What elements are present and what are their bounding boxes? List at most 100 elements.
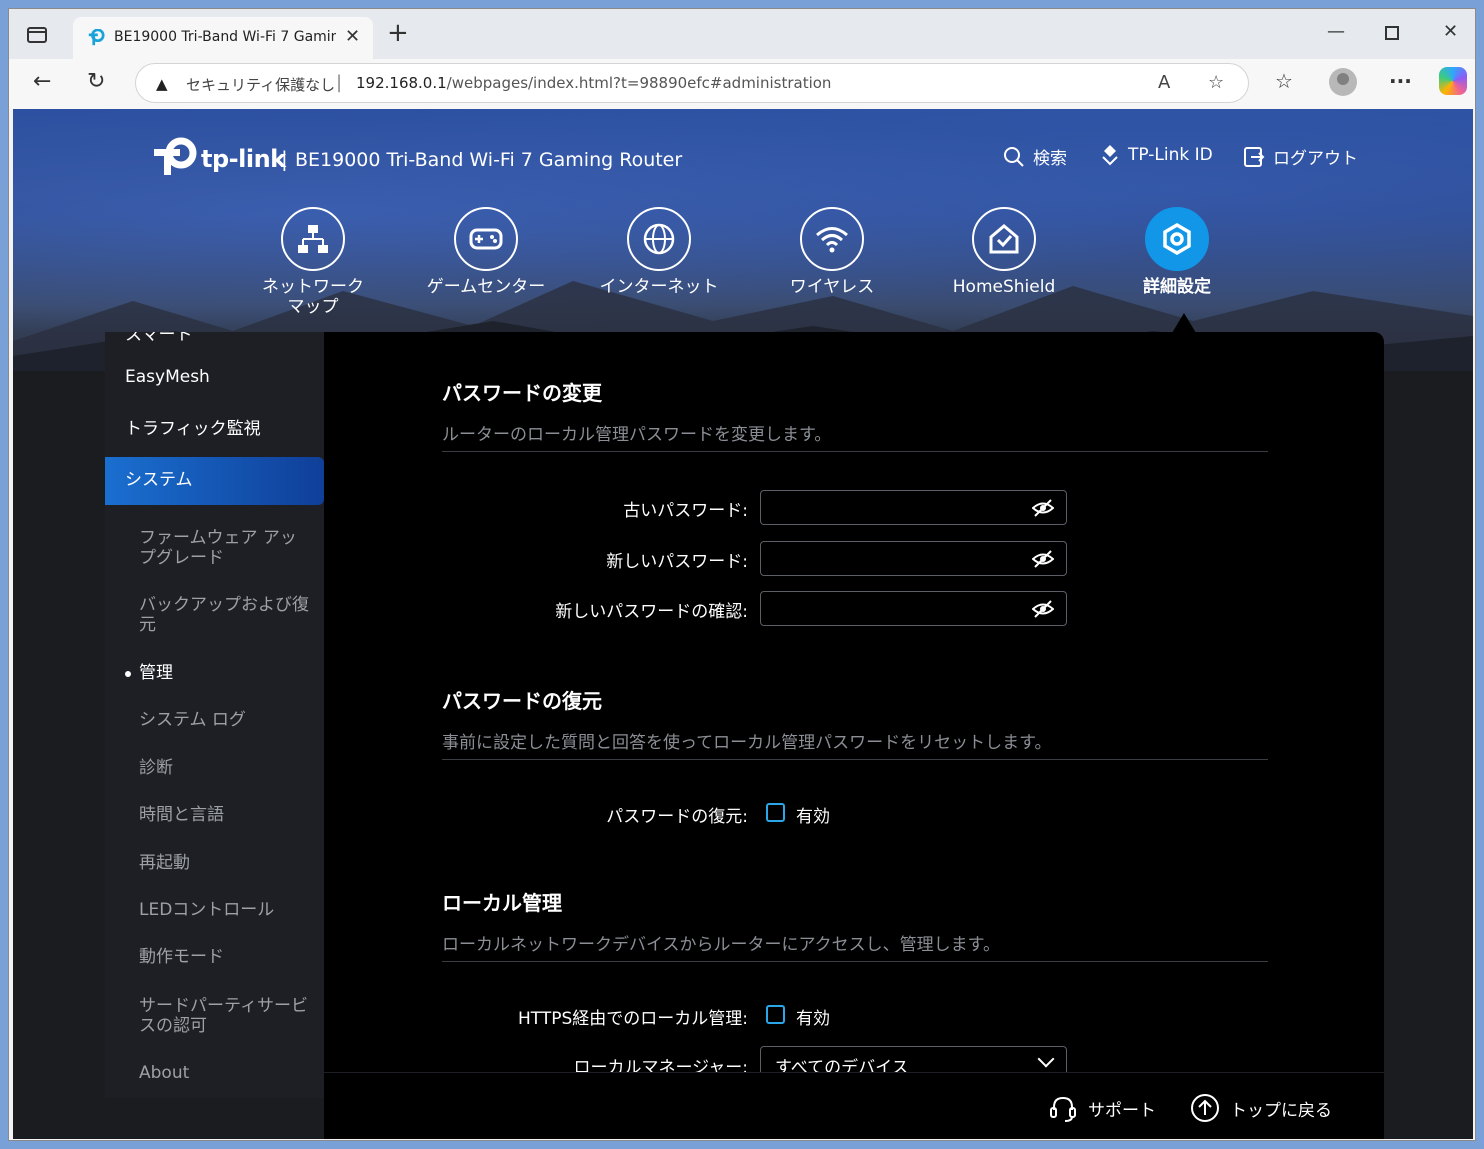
search-icon: [1004, 146, 1024, 167]
sidebar-sub-operation-mode[interactable]: 動作モード: [139, 947, 309, 967]
globe-icon: [627, 207, 691, 271]
arrow-up-icon: [1191, 1094, 1219, 1122]
sidebar-sub-backup[interactable]: バックアップおよび復元: [139, 595, 309, 635]
nav-label-advanced: 詳細設定: [1143, 277, 1211, 297]
headset-icon: [1050, 1096, 1076, 1122]
profile-icon[interactable]: [1329, 68, 1357, 96]
sidebar-sub-third-party[interactable]: サードパーティサービスの認可: [139, 996, 309, 1036]
search-label: 検索: [1033, 149, 1067, 169]
support-label: サポート: [1088, 1100, 1156, 1121]
tab-close-icon[interactable]: ✕: [345, 26, 360, 47]
title-separator: |: [281, 147, 288, 171]
network-map-icon: [281, 207, 345, 271]
back-to-top-label: トップに戻る: [1230, 1100, 1332, 1121]
warning-icon[interactable]: ▲: [156, 75, 168, 93]
password-recovery-checkbox[interactable]: [766, 803, 785, 822]
sidebar-sub-diagnostics[interactable]: 診断: [139, 758, 309, 778]
password-recovery-desc: 事前に設定した質問と回答を使ってローカル管理パスワードをリセットします。: [442, 733, 1052, 753]
sidebar-toggle-icon[interactable]: [27, 27, 47, 43]
sidebar-sub-firmware[interactable]: ファームウェア アップグレード: [139, 528, 309, 568]
confirm-password-label: 新しいパスワードの確認:: [555, 602, 748, 622]
main-panel: パスワードの変更 ルーターのローカル管理パスワードを変更します。 古いパスワード…: [324, 332, 1384, 1081]
tplink-id-label: TP-Link ID: [1128, 145, 1213, 165]
nav-network-map[interactable]: ネットワーク マップ: [243, 207, 383, 317]
maximize-icon[interactable]: [1385, 26, 1399, 40]
password-recovery-title: パスワードの復元: [442, 689, 602, 713]
nav-game-center[interactable]: ゲームセンター: [416, 207, 556, 297]
gear-icon: [1145, 207, 1209, 271]
url-host: 192.168.0.1: [356, 74, 447, 92]
url-separator: |: [336, 72, 343, 93]
sidebar-item-easymesh[interactable]: EasyMesh: [105, 367, 324, 387]
main-nav: ネットワーク マップ ゲームセンター インターネット ワイヤレス HomeShi…: [13, 207, 1473, 327]
sidebar-sub-administration[interactable]: 管理: [125, 663, 309, 683]
brand-name: tp-link: [201, 145, 286, 173]
sidebar-sub-reboot[interactable]: 再起動: [139, 853, 309, 873]
new-password-field[interactable]: [760, 541, 1067, 576]
old-password-field[interactable]: [760, 490, 1067, 525]
local-management-title: ローカル管理: [442, 891, 562, 915]
hide-password-icon[interactable]: [1032, 550, 1054, 568]
logout-link[interactable]: ログアウト: [1243, 144, 1358, 169]
sidebar-sub-about[interactable]: About: [139, 1063, 309, 1083]
sidebar-sub-syslog[interactable]: システム ログ: [139, 710, 309, 730]
search-link[interactable]: 検索: [1003, 144, 1067, 169]
password-recovery-enable-label[interactable]: 有効: [796, 802, 830, 827]
nav-advanced[interactable]: 詳細設定: [1107, 207, 1247, 297]
more-icon[interactable]: ···: [1389, 69, 1412, 93]
nav-wireless[interactable]: ワイヤレス: [762, 207, 902, 297]
confirm-password-field[interactable]: [760, 591, 1067, 626]
back-to-top-link[interactable]: トップに戻る: [1190, 1093, 1332, 1123]
hide-password-icon[interactable]: [1032, 600, 1054, 618]
tplink-id-link[interactable]: TP-Link ID: [1100, 144, 1213, 166]
active-bullet: [125, 671, 131, 677]
home-shield-icon: [972, 207, 1036, 271]
sidebar-sub-led[interactable]: LEDコントロール: [139, 900, 309, 920]
footer: サポート トップに戻る: [324, 1072, 1384, 1139]
new-password-label: 新しいパスワード:: [606, 552, 748, 572]
refresh-icon[interactable]: ↻: [87, 69, 105, 94]
new-tab-button[interactable]: +: [387, 20, 409, 46]
divider: [442, 451, 1268, 452]
left-background: [13, 371, 105, 1139]
active-nav-pointer: [1172, 313, 1196, 333]
tplink-logo-icon: [154, 137, 197, 175]
nav-label-internet: インターネット: [599, 277, 719, 297]
copilot-icon[interactable]: [1439, 67, 1467, 95]
https-management-label: HTTPS経由でのローカル管理:: [517, 1009, 748, 1029]
favorite-icon[interactable]: ☆: [1208, 72, 1224, 93]
support-link[interactable]: サポート: [1048, 1093, 1156, 1123]
right-background: [1384, 371, 1473, 1139]
address-bar: ← ↻ ▲ セキュリティ保護なし | 192.168.0.1/webpages/…: [9, 59, 1475, 109]
router-title: BE19000 Tri-Band Wi-Fi 7 Gaming Router: [295, 149, 683, 171]
nav-homeshield[interactable]: HomeShield: [934, 207, 1074, 297]
logout-label: ログアウト: [1273, 149, 1358, 169]
browser-window: BE19000 Tri-Band Wi-Fi 7 Gaming ✕ + — ✕ …: [8, 8, 1476, 1141]
nav-label-game-center: ゲームセンター: [426, 277, 546, 297]
https-management-checkbox[interactable]: [766, 1005, 785, 1024]
url-text[interactable]: 192.168.0.1/webpages/index.html?t=98890e…: [356, 74, 831, 92]
sidebar-item-system[interactable]: システム: [105, 457, 324, 505]
browser-tab[interactable]: BE19000 Tri-Band Wi-Fi 7 Gaming ✕: [73, 17, 373, 59]
nav-internet[interactable]: インターネット: [589, 207, 729, 297]
url-input[interactable]: ▲ セキュリティ保護なし | 192.168.0.1/webpages/inde…: [135, 63, 1249, 103]
security-label[interactable]: セキュリティ保護なし: [186, 74, 335, 95]
minimize-icon[interactable]: —: [1327, 21, 1345, 42]
close-icon[interactable]: ✕: [1443, 21, 1458, 42]
sidebar-bottom: [105, 1098, 324, 1139]
sidebar-sub-time-language[interactable]: 時間と言語: [139, 805, 309, 825]
router-page: tp-link | BE19000 Tri-Band Wi-Fi 7 Gamin…: [13, 109, 1473, 1139]
tplink-id-icon: [1102, 145, 1118, 166]
favorites-icon[interactable]: ☆: [1275, 69, 1293, 93]
sidebar-item-traffic[interactable]: トラフィック監視: [105, 414, 324, 439]
back-icon[interactable]: ←: [33, 69, 51, 94]
nav-label-line1: ネットワーク: [262, 277, 364, 297]
chevron-down-icon: [1037, 1050, 1055, 1068]
hide-password-icon[interactable]: [1032, 499, 1054, 517]
divider: [442, 961, 1268, 962]
local-management-desc: ローカルネットワークデバイスからルーターにアクセスし、管理します。: [442, 935, 1000, 955]
read-aloud-icon[interactable]: A: [1158, 72, 1170, 93]
https-management-enable-label[interactable]: 有効: [796, 1004, 830, 1029]
nav-label-homeshield: HomeShield: [952, 277, 1056, 297]
sidebar-item-smart[interactable]: スマート: [125, 332, 193, 345]
